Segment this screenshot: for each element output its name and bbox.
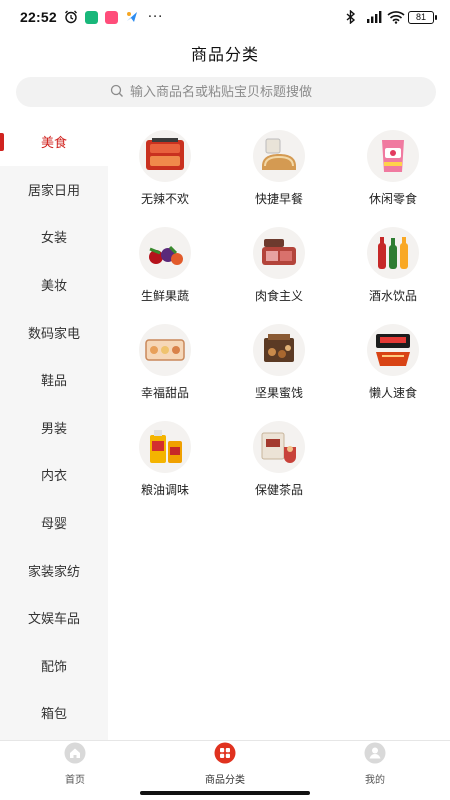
sidebar-item-food[interactable]: 美食 xyxy=(0,118,108,166)
sidebar-item-baby[interactable]: 母婴 xyxy=(0,499,108,547)
status-bar: 22:52 ··· 81 xyxy=(0,0,450,34)
more-notifications-dots: ··· xyxy=(147,9,164,25)
subcategory-label: 坚果蜜饯 xyxy=(254,386,303,400)
subcategory-label: 幸福甜品 xyxy=(140,386,189,400)
sidebar-item-home-goods[interactable]: 居家日用 xyxy=(0,166,108,214)
tab-profile[interactable]: 我的 xyxy=(300,741,450,786)
battery-icon: 81 xyxy=(408,10,437,24)
bottom-tab-bar: 首页 商品分类 我的 xyxy=(0,740,450,786)
nuts-icon xyxy=(253,324,305,376)
sidebar-item-label: 女装 xyxy=(40,231,67,247)
subcategory-label: 肉食主义 xyxy=(254,289,303,303)
subcategory-label: 无辣不欢 xyxy=(140,192,189,206)
sidebar-item-label: 居家日用 xyxy=(27,183,80,199)
sidebar-item-label: 文娱车品 xyxy=(27,612,80,628)
tab-category[interactable]: 商品分类 xyxy=(150,741,300,786)
subcategory-label: 快捷早餐 xyxy=(254,192,303,206)
subcategory-grid: 无辣不欢 快捷早餐 休闲零食 生鲜果蔬 肉食主义 酒水饮品 幸福甜品 坚果蜜饯 … xyxy=(108,130,450,504)
sidebar-item-entertainment-auto[interactable]: 文娱车品 xyxy=(0,594,108,642)
meat-icon xyxy=(253,227,305,279)
dessert-icon xyxy=(139,324,191,376)
subcategory-item-grain-oil[interactable]: 粮油调味 xyxy=(108,421,222,504)
sidebar-item-shoes[interactable]: 鞋品 xyxy=(0,356,108,404)
sidebar-item-electronics[interactable]: 数码家电 xyxy=(0,308,108,356)
sidebar-item-underwear[interactable]: 内衣 xyxy=(0,451,108,499)
instant-food-icon xyxy=(367,324,419,376)
bread-icon xyxy=(253,130,305,182)
wifi-icon xyxy=(387,10,405,24)
home-indicator[interactable] xyxy=(140,791,310,795)
app-notification-icon xyxy=(125,10,139,24)
tab-home[interactable]: 首页 xyxy=(0,741,150,786)
spicy-meat-icon xyxy=(139,130,191,182)
sidebar-item-label: 鞋品 xyxy=(40,374,67,390)
sidebar-item-label: 数码家电 xyxy=(27,326,80,342)
sidebar-item-makeup[interactable]: 美妆 xyxy=(0,261,108,309)
sidebar-item-mens-clothing[interactable]: 男装 xyxy=(0,404,108,452)
search-input[interactable] xyxy=(130,84,342,100)
search-icon xyxy=(110,83,124,102)
subcategory-label: 粮油调味 xyxy=(140,483,189,497)
status-time: 22:52 xyxy=(20,9,57,25)
tab-label: 首页 xyxy=(65,774,85,786)
sidebar-item-label: 内衣 xyxy=(40,469,67,485)
cellular-signal-icon xyxy=(366,10,382,24)
subcategory-label: 生鲜果蔬 xyxy=(140,289,189,303)
page-title: 商品分类 xyxy=(190,45,259,64)
snack-bag-icon xyxy=(367,130,419,182)
tab-label: 商品分类 xyxy=(205,774,245,786)
subcategory-item-meat[interactable]: 肉食主义 xyxy=(222,227,336,310)
app-notification-icon xyxy=(104,10,118,24)
sidebar-item-accessories[interactable]: 配饰 xyxy=(0,642,108,690)
sidebar-item-label: 箱包 xyxy=(40,707,67,723)
profile-icon xyxy=(364,742,386,768)
search-bar[interactable] xyxy=(16,77,436,107)
sidebar-item-bags[interactable]: 箱包 xyxy=(0,689,108,737)
fruit-icon xyxy=(139,227,191,279)
app-notification-icon xyxy=(84,10,98,24)
sidebar-item-label: 美食 xyxy=(40,136,67,152)
sidebar-item-label: 美妆 xyxy=(40,279,67,295)
home-icon xyxy=(64,742,86,768)
subcategory-panel: 无辣不欢 快捷早餐 休闲零食 生鲜果蔬 肉食主义 酒水饮品 幸福甜品 坚果蜜饯 … xyxy=(108,130,450,504)
bluetooth-icon xyxy=(345,9,359,25)
category-grid-icon xyxy=(214,742,236,768)
page-header: 商品分类 xyxy=(0,34,450,72)
drinks-icon xyxy=(367,227,419,279)
subcategory-item-nuts[interactable]: 坚果蜜饯 xyxy=(222,324,336,407)
subcategory-item-breakfast[interactable]: 快捷早餐 xyxy=(222,130,336,213)
subcategory-item-desserts[interactable]: 幸福甜品 xyxy=(108,324,222,407)
subcategory-item-instant-food[interactable]: 懒人速食 xyxy=(336,324,450,407)
tab-label: 我的 xyxy=(365,774,385,786)
subcategory-label: 保健茶品 xyxy=(254,483,303,497)
subcategory-item-health-tea[interactable]: 保健茶品 xyxy=(222,421,336,504)
sidebar-item-label: 家装家纺 xyxy=(27,564,80,580)
subcategory-label: 休闲零食 xyxy=(368,192,417,206)
sidebar-item-label: 母婴 xyxy=(40,517,67,533)
subcategory-label: 酒水饮品 xyxy=(368,289,417,303)
category-sidebar: 美食 居家日用 女装 美妆 数码家电 鞋品 男装 内衣 母婴 家装家纺 文娱车品… xyxy=(0,118,108,740)
sidebar-item-label: 配饰 xyxy=(40,659,67,675)
oil-icon xyxy=(139,421,191,473)
tea-icon xyxy=(253,421,305,473)
sidebar-item-womens-clothing[interactable]: 女装 xyxy=(0,213,108,261)
sidebar-item-home-textiles[interactable]: 家装家纺 xyxy=(0,546,108,594)
subcategory-item-spicy[interactable]: 无辣不欢 xyxy=(108,130,222,213)
subcategory-item-drinks[interactable]: 酒水饮品 xyxy=(336,227,450,310)
subcategory-item-fresh-produce[interactable]: 生鲜果蔬 xyxy=(108,227,222,310)
subcategory-label: 懒人速食 xyxy=(368,386,417,400)
sidebar-item-label: 男装 xyxy=(40,421,67,437)
subcategory-item-snacks[interactable]: 休闲零食 xyxy=(336,130,450,213)
alarm-icon xyxy=(64,10,78,24)
